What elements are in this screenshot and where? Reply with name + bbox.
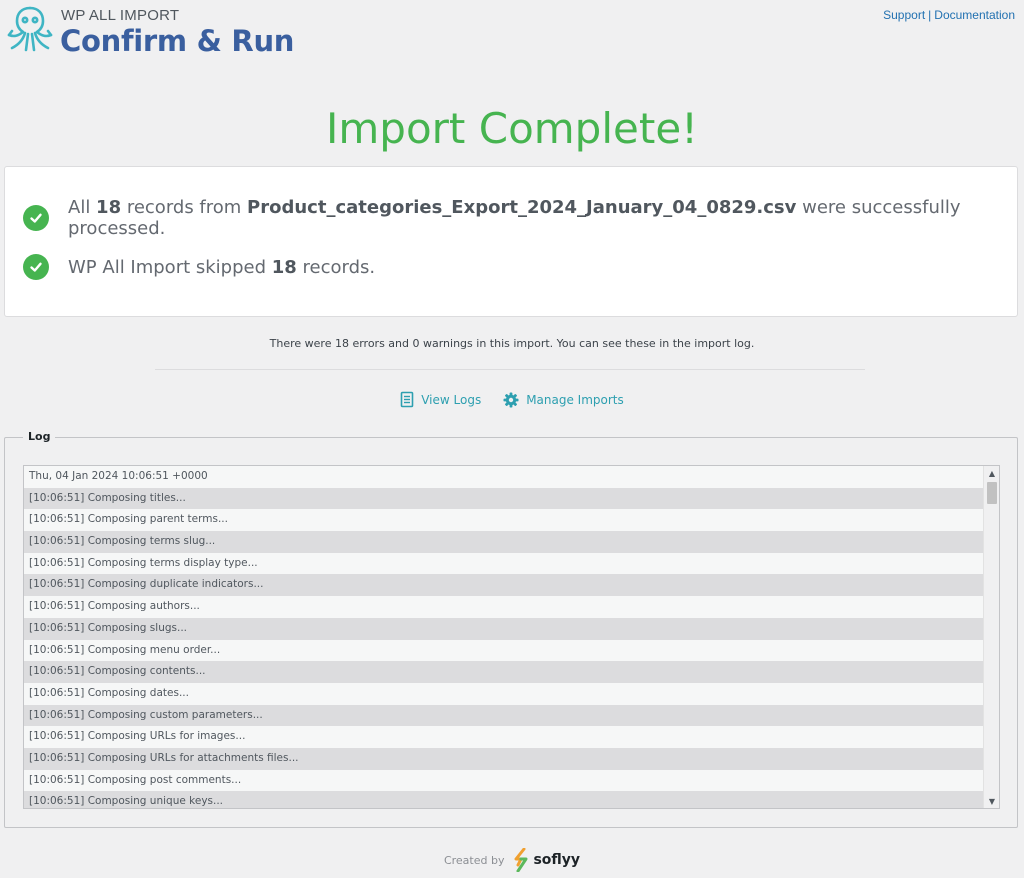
import-actions: View Logs Manage Imports xyxy=(0,391,1024,408)
errors-warnings-notice: There were 18 errors and 0 warnings in t… xyxy=(269,337,755,350)
footer: Created by soflyy xyxy=(0,848,1024,872)
log-row: [10:06:51] Composing parent terms... xyxy=(29,513,228,526)
link-separator: | xyxy=(928,8,932,22)
soflyy-name: soflyy xyxy=(533,852,581,868)
import-filename: Product_categories_Export_2024_January_0… xyxy=(247,197,797,218)
skipped-suffix: records. xyxy=(296,256,376,278)
log-row: [10:06:51] Composing URLs for attachment… xyxy=(24,747,984,770)
soflyy-logo[interactable]: soflyy xyxy=(512,848,580,872)
scroll-up-arrow-icon[interactable]: ▲ xyxy=(984,466,999,480)
log-row: [10:06:51] Composing titles... xyxy=(24,487,984,510)
view-logs-button[interactable]: View Logs xyxy=(400,391,481,408)
log-legend: Log xyxy=(23,430,56,443)
page-header: WP ALL IMPORT Confirm & Run Support | Docu… xyxy=(0,0,1024,60)
document-list-icon xyxy=(400,391,414,408)
scroll-thumb[interactable] xyxy=(987,482,997,504)
created-by-label: Created by xyxy=(443,853,505,867)
processed-count: 18 xyxy=(96,197,122,218)
check-circle-icon xyxy=(23,205,49,231)
log-box[interactable]: Thu, 04 Jan 2024 10:06:51 +0000 [10:06:51… xyxy=(23,465,1000,809)
processed-summary: All 18 records from Product_categories_E… xyxy=(23,197,1017,239)
import-complete-heading: Import Complete! xyxy=(326,104,698,153)
manage-imports-label: Manage Imports xyxy=(526,392,624,407)
log-scrollbar[interactable]: ▲ ▼ xyxy=(983,466,999,808)
skipped-count: 18 xyxy=(271,256,297,278)
processed-middle: records from xyxy=(121,197,248,218)
log-row: [10:06:51] Composing URLs for images... xyxy=(29,730,246,743)
top-links: Support | Documentation xyxy=(883,8,1015,22)
support-link[interactable]: Support xyxy=(883,8,925,22)
log-row: [10:06:51] Composing slugs... xyxy=(24,617,984,640)
manage-imports-button[interactable]: Manage Imports xyxy=(503,391,624,408)
page-title: Confirm & Run xyxy=(60,24,295,58)
log-rows: Thu, 04 Jan 2024 10:06:51 +0000 [10:06:51… xyxy=(24,466,984,808)
log-row: [10:06:51] Composing terms display type.… xyxy=(29,556,258,569)
processed-prefix: All xyxy=(68,197,97,218)
log-row: [10:06:51] Composing menu order... xyxy=(29,643,221,656)
log-row: [10:06:51] Composing terms slug... xyxy=(24,531,984,553)
log-row: [10:06:51] Composing dates... xyxy=(29,686,189,699)
log-row: [10:06:51] Composing custom parameters..… xyxy=(24,704,984,727)
log-fieldset: Log Thu, 04 Jan 2024 10:06:51 +0000 [10:0… xyxy=(4,430,1018,828)
log-row: [10:06:51] Composing authors... xyxy=(29,600,200,613)
log-row: [10:06:51] Composing duplicate indicator… xyxy=(24,574,984,597)
brand-name: WP ALL IMPORT xyxy=(61,7,180,24)
log-row: [10:06:51] Composing unique keys... xyxy=(24,791,984,808)
log-row: Thu, 04 Jan 2024 10:06:51 +0000 xyxy=(29,470,208,482)
log-row: [10:06:51] Composing contents... xyxy=(24,661,984,683)
log-row: [10:06:51] Composing post comments... xyxy=(29,773,242,786)
octopus-logo-icon xyxy=(7,6,53,52)
documentation-link[interactable]: Documentation xyxy=(934,8,1015,22)
skipped-summary: WP All Import skipped 18 records. xyxy=(23,253,375,281)
view-logs-label: View Logs xyxy=(421,392,482,407)
check-circle-icon xyxy=(23,254,49,280)
scroll-down-arrow-icon[interactable]: ▼ xyxy=(984,794,999,808)
divider xyxy=(155,369,865,370)
summary-card: All 18 records from Product_categories_E… xyxy=(4,166,1018,317)
gear-icon xyxy=(503,392,519,407)
soflyy-logo-icon xyxy=(514,848,528,872)
skipped-prefix: WP All Import skipped xyxy=(68,256,272,278)
